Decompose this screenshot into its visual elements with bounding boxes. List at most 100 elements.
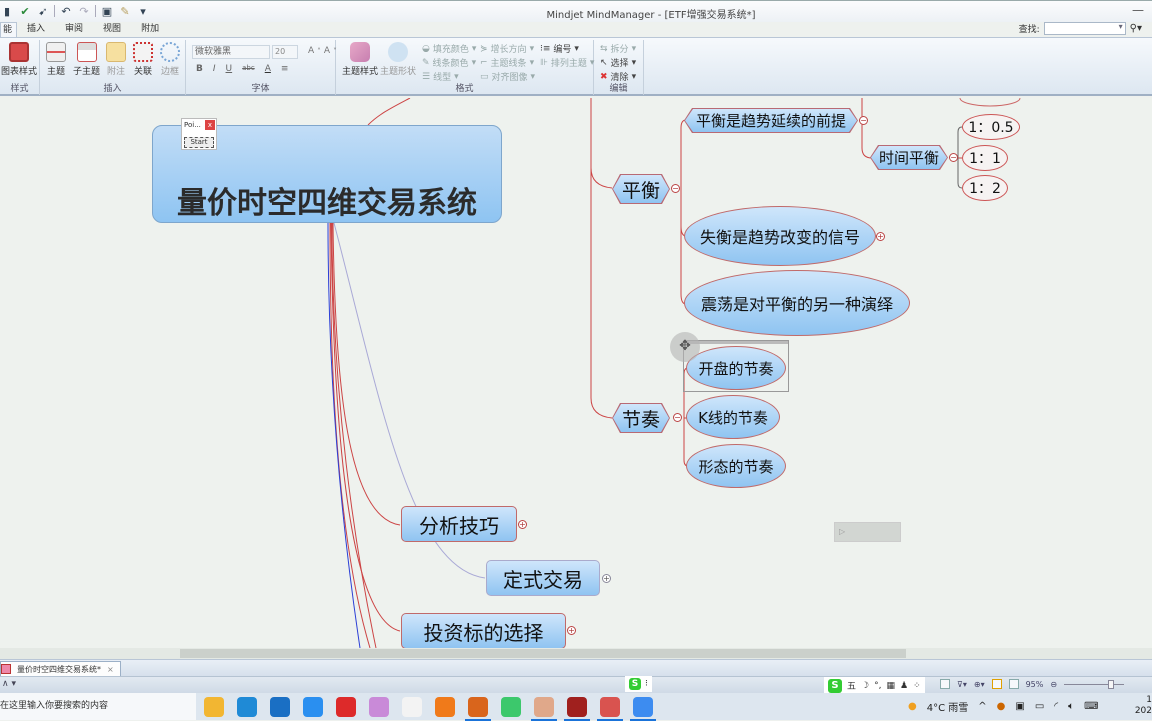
keyboard-icon[interactable]: ▦	[886, 681, 895, 691]
move-handle-icon[interactable]: ✥	[670, 332, 700, 362]
collapse-toggle[interactable]: −	[671, 184, 680, 193]
mail-icon[interactable]	[270, 697, 290, 717]
tray-screen-icon[interactable]: ▣	[1015, 701, 1024, 712]
ime-mini-bar[interactable]: S ⁝	[625, 676, 652, 692]
document-tab[interactable]: 量价时空四维交易系统* ×	[0, 661, 121, 676]
chrome-like-icon[interactable]	[630, 697, 656, 721]
close-tab-icon[interactable]: ×	[107, 665, 114, 674]
undo-icon[interactable]: ↶	[59, 4, 73, 18]
app-wh6-icon[interactable]	[564, 697, 590, 721]
find-input[interactable]	[1043, 22, 1126, 35]
arrange-topics-button[interactable]: ⊪ 排列主题 ▾	[540, 56, 594, 70]
file-explorer-icon[interactable]	[204, 697, 224, 717]
topic-imbalance-signal[interactable]: 失衡是趋势改变的信号	[684, 206, 876, 266]
topic-button[interactable]: 主题	[46, 42, 66, 77]
ratio-topic[interactable]: 1：2	[962, 175, 1008, 201]
topic-shape-button[interactable]: 主题形状	[380, 42, 416, 77]
tab-insert[interactable]: 插入	[17, 22, 55, 37]
italic-button[interactable]: I	[213, 64, 216, 74]
grow-font-icon[interactable]: A ˄ A ˅	[308, 46, 337, 56]
status-left[interactable]: ∧ ▾	[2, 679, 16, 689]
redo-icon[interactable]: ↷	[77, 4, 91, 18]
topic-kline-rhythm[interactable]: K线的节奏	[686, 395, 780, 439]
fill-color-button[interactable]: ◒ 填充颜色 ▾	[422, 42, 476, 56]
mindmap-canvas[interactable]: 量价时空四维交易系统 平衡 − 平衡是趋势延续的前提 − 时间平衡 − 1：0.…	[0, 98, 1152, 648]
horizontal-scrollbar[interactable]	[0, 648, 1152, 659]
user-icon[interactable]: ♟	[900, 681, 908, 691]
app-map-icon[interactable]	[531, 697, 557, 721]
select-button[interactable]: ↖ 选择 ▾	[600, 56, 636, 70]
view-outline-icon[interactable]	[1008, 679, 1019, 689]
brush-icon[interactable]: ✎	[118, 4, 132, 18]
popup-close-button[interactable]: x	[205, 120, 215, 130]
view-normal-icon[interactable]	[991, 679, 1002, 689]
keyboard-layout-icon[interactable]: ⌨	[1084, 701, 1098, 712]
ime-wubi[interactable]: 五	[847, 679, 856, 692]
app-orange-icon[interactable]	[435, 697, 455, 717]
filter-icon[interactable]: ⊽▾	[957, 680, 967, 689]
topic-formula-trading[interactable]: 定式交易	[486, 560, 600, 596]
topic-pattern-rhythm[interactable]: 形态的节奏	[686, 444, 786, 488]
customize-icon[interactable]: ▾	[136, 4, 150, 18]
zoom-mode-icon[interactable]: ⊕▾	[974, 680, 985, 689]
help-icon[interactable]: ▣	[100, 4, 114, 18]
topic-target-selection[interactable]: 投资标的选择	[401, 613, 566, 648]
topic-time-balance[interactable]: 时间平衡	[871, 146, 947, 169]
wechat-icon[interactable]	[501, 697, 521, 717]
volume-icon[interactable]: 🔈︎	[1068, 701, 1074, 712]
collapse-toggle[interactable]: −	[859, 116, 868, 125]
tab-view[interactable]: 视图	[93, 22, 131, 37]
bold-button[interactable]: B	[196, 64, 203, 74]
topic-balance-premise[interactable]: 平衡是趋势延续的前提	[685, 109, 857, 132]
expand-toggle[interactable]: +	[518, 520, 527, 529]
tab-home[interactable]: 能	[0, 22, 18, 37]
subtopic-button[interactable]: 子主题	[73, 42, 100, 77]
split-button[interactable]: ⇆ 拆分 ▾	[600, 42, 636, 56]
expand-toggle[interactable]: +	[567, 626, 576, 635]
clock[interactable]: 1 202	[1135, 695, 1152, 717]
topic-lines-button[interactable]: ⌐ 主题线条 ▾	[480, 56, 534, 70]
line-color-button[interactable]: ✎ 线条颜色 ▾	[422, 56, 476, 70]
grid-icon[interactable]: ⁘	[913, 681, 921, 691]
boundary-button[interactable]: 边框	[160, 42, 180, 77]
scrollbar-thumb[interactable]	[180, 649, 906, 658]
topic-balance[interactable]: 平衡	[613, 175, 669, 203]
strikethrough-button[interactable]: abc	[242, 64, 255, 74]
save-icon[interactable]: ▮	[0, 4, 14, 18]
topic-style-button[interactable]: 主题样式	[342, 42, 378, 77]
zoom-slider[interactable]	[1064, 679, 1125, 689]
growth-direction-button[interactable]: ⋟ 增长方向 ▾	[480, 42, 534, 56]
moon-icon[interactable]: ☽	[861, 681, 869, 691]
expand-toggle[interactable]: +	[602, 574, 611, 583]
topic-analysis-skills[interactable]: 分析技巧	[401, 506, 517, 542]
weather-text[interactable]: 4°C 雨雪	[927, 699, 969, 714]
font-color-button[interactable]: A	[265, 64, 271, 74]
snipping-icon[interactable]	[369, 697, 389, 717]
slider-knob[interactable]	[1108, 680, 1115, 689]
map-style-button[interactable]: 图表样式	[0, 42, 38, 77]
ratio-topic[interactable]: 1：1	[962, 145, 1008, 171]
expand-toggle[interactable]: +	[876, 232, 885, 241]
battery-icon[interactable]: ▭	[1035, 701, 1044, 712]
wifi-icon[interactable]: ◜	[1054, 701, 1058, 712]
font-size-select[interactable]: 20	[272, 45, 298, 59]
ime-toolbar[interactable]: S 五 ☽ °, ▦ ♟ ⁘	[824, 677, 925, 694]
tab-addins[interactable]: 附加	[131, 22, 169, 37]
zoom-out-icon[interactable]: ⊖	[1050, 680, 1057, 689]
numbering-button[interactable]: ⁝≡ 编号 ▾	[540, 42, 579, 56]
app-blue-l-icon[interactable]	[303, 697, 323, 717]
collapse-toggle[interactable]: −	[673, 413, 682, 422]
topic-rhythm[interactable]: 节奏	[613, 404, 669, 432]
tray-expand-icon[interactable]: ^	[978, 701, 986, 712]
fit-icon[interactable]	[940, 679, 950, 689]
check-icon[interactable]: ✔	[18, 4, 32, 18]
mindmanager-icon[interactable]	[597, 697, 623, 721]
topic-oscillation[interactable]: 震荡是对平衡的另一种演绎	[684, 270, 910, 336]
minimize-button[interactable]: —	[1132, 3, 1144, 17]
tray-app-icon[interactable]: ●	[997, 701, 1006, 712]
popup-start-button[interactable]: Start	[184, 137, 214, 148]
relationship-button[interactable]: 关联	[133, 42, 153, 77]
font-family-select[interactable]: 微软雅黑	[192, 45, 270, 59]
callout-button[interactable]: 附注	[106, 42, 126, 77]
align-button[interactable]: ≡	[281, 64, 289, 74]
